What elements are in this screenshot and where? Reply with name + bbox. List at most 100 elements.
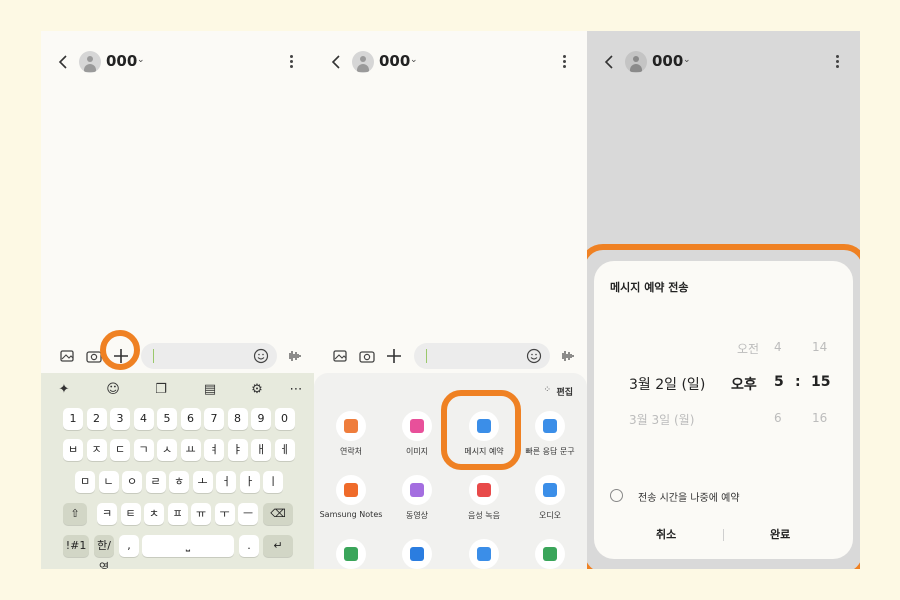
key-8[interactable]: 8 [227,408,248,430]
emoji-icon[interactable] [526,348,542,364]
key[interactable]: ㅋ [97,503,117,525]
chat-screen-keyboard: 000 ⌄ ✦ ☺ ❐ ▤ ⚙ ⋯ 1234567890 ㅂㅈㄷㄱㅅㅛㅕㅑㅐㅔㅁㄴ… [41,31,314,569]
gallery-icon[interactable] [58,347,76,365]
highlight-dialog [587,244,860,569]
key[interactable]: ㅁ [75,471,95,493]
attach-location[interactable] [316,539,386,569]
backspace-key[interactable]: ⌫ [263,503,293,525]
key[interactable]: ㅛ [180,439,201,461]
key-3[interactable]: 3 [110,408,130,430]
key-6[interactable]: 6 [180,408,201,430]
key[interactable]: ㅇ [122,471,142,493]
more-menu-icon[interactable] [836,55,840,70]
key-1[interactable]: 1 [63,408,83,430]
key[interactable]: ㅡ [238,503,258,525]
key[interactable]: ㅑ [227,439,248,461]
key[interactable]: ㅣ [263,471,283,493]
gallery-icon[interactable] [331,347,349,365]
key[interactable]: ㅓ [216,471,236,493]
key[interactable]: ㅐ [251,439,271,461]
emoji-icon[interactable] [253,348,269,364]
message-input[interactable] [414,343,550,369]
contact-name[interactable]: 000 [379,52,410,70]
key[interactable]: ㅌ [120,503,141,525]
back-arrow-icon[interactable] [328,53,346,71]
period-key[interactable]: . [239,535,259,557]
contact-name[interactable]: 000 [652,52,683,70]
symbols-key[interactable]: !#1 [63,535,89,557]
contact-icon [344,419,358,433]
plus-icon[interactable] [385,347,403,365]
camera-icon[interactable] [358,347,376,365]
keyboard-settings-icon[interactable]: ⚙ [248,381,266,399]
back-arrow-icon[interactable] [601,53,619,71]
attach-contact[interactable]: 연락처 [316,411,386,457]
chevron-down-icon[interactable]: ⌄ [683,55,691,65]
more-tools-icon[interactable]: ⋯ [287,381,305,399]
chevron-down-icon[interactable]: ⌄ [137,55,145,65]
key[interactable]: ㅗ [192,471,213,493]
edit-button[interactable]: 편집 [556,385,573,398]
attach-audio[interactable]: 오디오 [515,475,585,521]
key[interactable]: ㅔ [274,439,295,461]
key[interactable]: ㄹ [145,471,166,493]
key-7[interactable]: 7 [204,408,224,430]
key-0[interactable]: 0 [274,408,295,430]
key[interactable]: ㅏ [239,471,260,493]
key[interactable]: ㅕ [204,439,224,461]
key[interactable]: ㅜ [214,503,235,525]
more-menu-icon[interactable] [563,55,567,70]
voice-input-icon[interactable] [286,348,302,364]
galaxy-ai-icon[interactable]: ✦ [55,381,73,399]
attach-mic[interactable]: 음성 녹음 [449,475,519,521]
more-menu-icon[interactable] [290,55,294,70]
location-icon [344,547,358,561]
enter-key[interactable]: ↵ [263,535,293,557]
chat-header: 000 ⌄ [587,49,860,75]
grid-icon: ⁘ [543,385,551,395]
key[interactable]: ㄱ [133,439,154,461]
attach-video[interactable]: 동영상 [382,475,452,521]
shift-key[interactable]: ⇧ [63,503,87,525]
key[interactable]: ㅅ [157,439,177,461]
space-key[interactable]: ⎵ [142,535,234,557]
chat-header: 000 ⌄ [314,49,587,75]
comma-key[interactable]: , [119,535,139,557]
key[interactable]: ㅍ [167,503,188,525]
key-5[interactable]: 5 [157,408,177,430]
key[interactable]: ㅂ [63,439,83,461]
voice-input-icon[interactable] [559,348,575,364]
notes-icon [344,483,358,497]
key[interactable]: ㅠ [191,503,211,525]
clipboard-icon[interactable]: ▤ [201,381,219,399]
key[interactable]: ㅎ [169,471,189,493]
key[interactable]: ㅊ [144,503,164,525]
contact-name[interactable]: 000 [106,52,137,70]
attach-chat[interactable] [449,539,519,569]
sticker-icon[interactable]: ❐ [152,381,170,399]
mic-icon [477,483,491,497]
chat-icon [477,547,491,561]
attach-shield[interactable] [382,539,452,569]
avatar[interactable] [625,51,647,73]
emoji-icon[interactable]: ☺ [104,381,122,399]
message-input[interactable] [141,343,277,369]
highlight-schedule-button [441,390,521,470]
attach-quick-reply[interactable]: 빠른 응답 문구 [515,411,585,457]
key-2[interactable]: 2 [86,408,107,430]
key[interactable]: ㄴ [98,471,119,493]
avatar[interactable] [352,51,374,73]
app-label: 연락처 [339,447,363,456]
attach-calendar[interactable] [515,539,585,569]
attach-notes[interactable]: Samsung Notes [316,475,386,519]
language-key[interactable]: 한/영 [94,535,114,569]
video-icon [410,483,424,497]
chevron-down-icon[interactable]: ⌄ [410,55,418,65]
key[interactable]: ㅈ [86,439,107,461]
message-input-row [314,343,587,369]
key-4[interactable]: 4 [133,408,154,430]
key-9[interactable]: 9 [251,408,271,430]
key[interactable]: ㄷ [110,439,130,461]
back-arrow-icon[interactable] [55,53,73,71]
avatar[interactable] [79,51,101,73]
